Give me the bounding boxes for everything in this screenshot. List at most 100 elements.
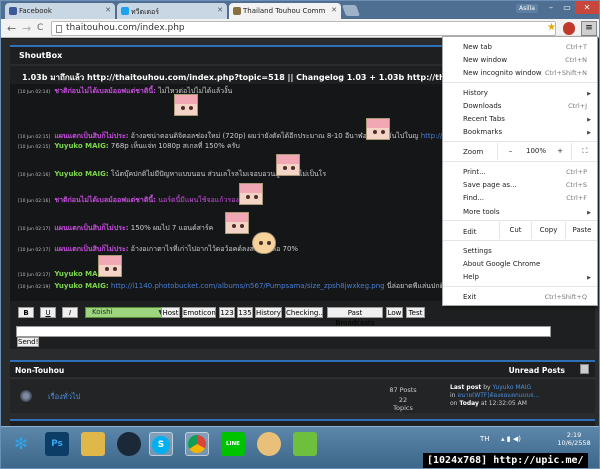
close-tab-icon[interactable]: ✕ (105, 6, 111, 14)
line-icon[interactable]: LINE (221, 432, 245, 456)
watermark-text: [1024x768] http://upic.me/ (423, 453, 588, 468)
tray-icons[interactable]: ▴ ▮ ◀) (501, 435, 521, 443)
menu-downloads[interactable]: Downloads (463, 102, 501, 110)
message-user[interactable]: แผนแตกเป็นสิบก็ไม่ประ: (54, 224, 128, 232)
host-button[interactable]: Host (161, 307, 180, 318)
start-button[interactable]: ✻ (9, 432, 33, 456)
chrome-taskbar-item[interactable] (185, 432, 209, 456)
collapse-icon[interactable] (580, 364, 589, 374)
clock[interactable]: 2:19 10/6/2558 (557, 431, 591, 447)
menu-history[interactable]: History (463, 89, 488, 97)
menu-print[interactable]: Print... (463, 168, 486, 176)
page-icon (56, 25, 62, 33)
last-post-user[interactable]: Yuyuko MAIG (492, 384, 531, 391)
screen: Facebook ✕ ทวีตเตอร์ ✕ Thailand Touhou C… (0, 0, 600, 469)
message-text: 150% ผมไป 7 แอนด์สาร์ค (130, 224, 214, 232)
menu-label: Downloads (463, 102, 502, 110)
message-user[interactable]: ชาติก่อนไม่ได้เบลม์ออฟแต่ชาตินี้: (54, 196, 156, 204)
message-link[interactable]: http://i1140.photobucket.com/albums/n567… (111, 282, 385, 290)
message-row: [10 Jun 02:17] แผนแตกเป็นสิบก็ไม่ประ: 15… (18, 223, 213, 234)
cut-button[interactable]: Cut (499, 222, 531, 239)
language-indicator[interactable]: TH (480, 435, 490, 443)
menu-find[interactable]: Find... (463, 194, 484, 202)
steam-icon[interactable] (117, 432, 141, 456)
send-button[interactable]: Send! (17, 337, 39, 347)
menu-recent-tabs[interactable]: Recent Tabs (463, 115, 505, 123)
menu-new-incognito[interactable]: New incognito window (463, 69, 542, 77)
history-button[interactable]: History (255, 307, 282, 318)
message-user[interactable]: Yuyuko MAIG: (54, 170, 108, 178)
board-link[interactable]: เรื่องทั่วไป (48, 391, 80, 403)
tab-thaitouhou[interactable]: Thailand Touhou Comm ✕ (229, 3, 341, 19)
folder-icon[interactable] (81, 432, 105, 456)
past-broadcasts-button[interactable]: Past Broadcasts (327, 307, 383, 327)
paste-button[interactable]: Paste (565, 222, 598, 239)
font-select[interactable]: Koishi▼ (85, 307, 167, 318)
reload-button[interactable]: C (37, 23, 43, 33)
menu-new-window[interactable]: New window (463, 56, 507, 64)
address-bar[interactable]: thaitouhou.com/index.php (51, 21, 556, 36)
message-user[interactable]: Yuyuko MAIG: (54, 142, 108, 150)
checking-button[interactable]: Checking... (285, 307, 325, 318)
new-tab-button[interactable] (341, 5, 361, 16)
minimize-button[interactable]: – (543, 1, 559, 14)
message-user[interactable]: Yuyuko MAIG: (54, 282, 108, 290)
bold-button[interactable]: B (18, 307, 34, 318)
emoticon-button[interactable]: Emoticon (182, 307, 216, 318)
tab-label: Facebook (19, 7, 52, 15)
zoom-in-button[interactable]: + (549, 143, 571, 160)
menu-new-tab[interactable]: New tab (463, 43, 492, 51)
menu-exit[interactable]: Exit (463, 293, 476, 301)
menu-label: History (463, 89, 488, 97)
menu-bookmarks[interactable]: Bookmarks (463, 128, 502, 136)
tab-facebook[interactable]: Facebook ✕ (5, 3, 115, 19)
last-post-in: in (450, 392, 456, 399)
board-status-icon (20, 390, 32, 402)
category-header: Non-Touhou Unread Posts (10, 360, 595, 377)
low-button[interactable]: Low (386, 307, 403, 318)
zoom-out-button[interactable]: – (497, 143, 523, 160)
menu-label: Settings (463, 247, 492, 255)
message-user[interactable]: แผนแตกเป็นสิบก็ไม่ประ: (54, 245, 128, 253)
close-tab-icon[interactable]: ✕ (331, 6, 337, 14)
menu-label: Exit (463, 293, 477, 301)
forward-button[interactable]: → (22, 22, 31, 35)
chrome-menu-button[interactable]: ≡ (581, 21, 597, 36)
close-window-button[interactable]: ✕ (575, 1, 599, 14)
maximize-button[interactable]: ▭ (559, 1, 575, 14)
underline-button[interactable]: U (40, 307, 56, 318)
copy-button[interactable]: Copy (531, 222, 565, 239)
skype-taskbar-item[interactable]: S (149, 432, 173, 456)
menu-more-tools[interactable]: More tools (463, 208, 499, 216)
menu-settings[interactable]: Settings (463, 247, 492, 255)
avatar-app-icon[interactable] (257, 432, 281, 456)
menu-help[interactable]: Help (463, 273, 479, 281)
profile-button[interactable]: Asilla (516, 4, 538, 13)
tab-twitter[interactable]: ทวีตเตอร์ ✕ (117, 3, 227, 19)
message-user[interactable]: ชาติก่อนไม่ได้เบลม์ออฟแต่ชาตินี้: (54, 87, 156, 95)
photoshop-icon[interactable]: Ps (45, 432, 69, 456)
last-post-topic[interactable]: อนาย(WTF)ต้องจอแตกแบบจ... (457, 392, 539, 399)
twitter-icon (121, 7, 129, 15)
unread-posts-link[interactable]: Unread Posts (509, 366, 565, 375)
message-user[interactable]: แผนแตกเป็นสิบก็ไม่ประ: (54, 132, 128, 140)
back-button[interactable]: ← (7, 22, 16, 35)
test-button[interactable]: Test (406, 307, 425, 318)
extension-icon[interactable] (563, 22, 575, 35)
button-135[interactable]: 135 (237, 307, 253, 318)
avatar (276, 154, 300, 176)
timestamp: [10 Jun 02:15] (18, 145, 51, 150)
close-tab-icon[interactable]: ✕ (217, 6, 223, 14)
message-row: [10 Jun 02:17] Yuyuko MAIG: (18, 270, 109, 278)
menu-save-as[interactable]: Save page as... (463, 181, 517, 189)
italic-button[interactable]: I (62, 307, 78, 318)
menu-edit: Edit (463, 228, 477, 236)
zoom-level: 100% (525, 147, 546, 155)
menu-shortcut: Ctrl+Shift+Q (544, 293, 587, 301)
menu-about[interactable]: About Google Chrome (463, 260, 540, 268)
shout-input[interactable] (16, 326, 551, 337)
bookmark-star-icon[interactable]: ★ (547, 22, 556, 33)
fullscreen-icon[interactable]: ⛶ (571, 143, 598, 160)
button-123[interactable]: 123 (219, 307, 235, 318)
bluestacks-icon[interactable] (293, 432, 317, 456)
